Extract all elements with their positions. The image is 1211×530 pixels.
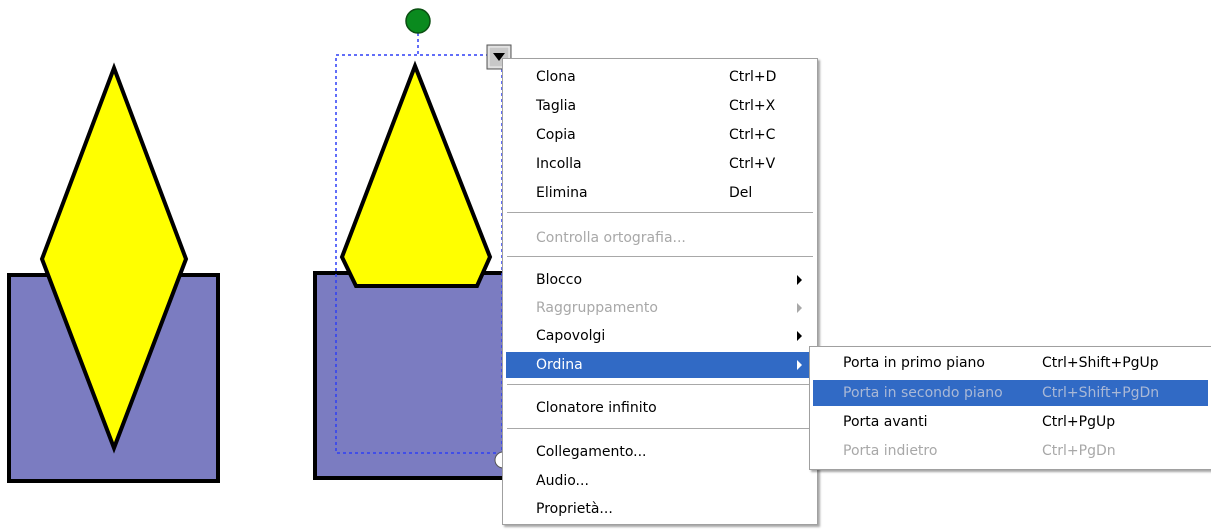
menu-item-incolla[interactable]: Incolla Ctrl+V	[506, 151, 814, 177]
menu-item-collegamento[interactable]: Collegamento...	[506, 439, 814, 465]
menu-separator	[507, 428, 813, 430]
menu-item-label: Proprietà...	[536, 501, 613, 517]
menu-item-label: Capovolgi	[536, 328, 606, 344]
menu-item-capovolgi[interactable]: Capovolgi	[506, 323, 814, 349]
submenu-item-porta-avanti[interactable]: Porta avanti Ctrl+PgUp	[813, 409, 1208, 435]
menu-item-label: Collegamento...	[536, 444, 647, 460]
menu-separator	[507, 256, 813, 258]
menu-item-shortcut: Ctrl+PgDn	[1042, 443, 1116, 459]
menu-item-label: Porta in secondo piano	[843, 385, 1003, 401]
menu-item-shortcut: Ctrl+PgUp	[1042, 414, 1116, 430]
menu-item-blocco[interactable]: Blocco	[506, 267, 814, 293]
menu-item-label: Porta avanti	[843, 414, 928, 430]
menu-item-audio[interactable]: Audio...	[506, 468, 814, 494]
submenu-item-porta-in-secondo-piano: Porta in secondo piano Ctrl+Shift+PgDn	[813, 380, 1208, 406]
menu-item-label: Incolla	[536, 156, 582, 172]
selected-rectangle-shape[interactable]	[313, 271, 512, 480]
menu-item-label: Porta indietro	[843, 443, 938, 459]
menu-item-label: Copia	[536, 127, 576, 143]
menu-separator	[507, 212, 813, 214]
menu-item-label: Ordina	[536, 357, 583, 373]
rotate-handle[interactable]	[405, 8, 431, 34]
menu-item-ordina[interactable]: Ordina	[506, 352, 814, 378]
menu-item-shortcut: Ctrl+Shift+PgDn	[1042, 385, 1160, 401]
menu-item-taglia[interactable]: Taglia Ctrl+X	[506, 93, 814, 119]
menu-item-label: Controlla ortografia...	[536, 230, 686, 246]
submenu-arrow-icon	[797, 360, 802, 370]
order-submenu: Porta in primo piano Ctrl+Shift+PgUp Por…	[809, 346, 1211, 470]
menu-separator	[507, 384, 813, 386]
menu-item-label: Audio...	[536, 473, 589, 489]
menu-item-label: Raggruppamento	[536, 300, 658, 316]
object-context-menu: Clona Ctrl+D Taglia Ctrl+X Copia Ctrl+C …	[502, 58, 818, 525]
menu-item-shortcut: Del	[729, 185, 753, 201]
submenu-item-porta-in-primo-piano[interactable]: Porta in primo piano Ctrl+Shift+PgUp	[813, 350, 1208, 376]
selected-diamond-shape[interactable]	[339, 60, 493, 288]
menu-item-label: Blocco	[536, 272, 583, 288]
submenu-arrow-icon	[797, 275, 802, 285]
menu-item-label: Porta in primo piano	[843, 355, 985, 371]
menu-item-label: Elimina	[536, 185, 588, 201]
menu-item-label: Taglia	[536, 98, 577, 114]
menu-item-proprieta[interactable]: Proprietà...	[506, 496, 814, 522]
menu-item-clonatore-infinito[interactable]: Clonatore infinito	[506, 395, 814, 421]
menu-item-shortcut: Ctrl+Shift+PgUp	[1042, 355, 1159, 371]
menu-item-copia[interactable]: Copia Ctrl+C	[506, 122, 814, 148]
menu-item-raggruppamento: Raggruppamento	[506, 295, 814, 321]
menu-item-shortcut: Ctrl+C	[729, 127, 776, 143]
submenu-arrow-icon	[797, 331, 802, 341]
submenu-arrow-icon	[797, 303, 802, 313]
menu-item-shortcut: Ctrl+D	[729, 69, 777, 85]
menu-item-clona[interactable]: Clona Ctrl+D	[506, 64, 814, 90]
submenu-item-porta-indietro: Porta indietro Ctrl+PgDn	[813, 438, 1208, 464]
menu-item-elimina[interactable]: Elimina Del	[506, 180, 814, 206]
menu-item-shortcut: Ctrl+V	[729, 156, 776, 172]
menu-item-label: Clonatore infinito	[536, 400, 657, 416]
menu-item-shortcut: Ctrl+X	[729, 98, 776, 114]
menu-item-label: Clona	[536, 69, 576, 85]
menu-item-controlla-ortografia: Controlla ortografia...	[506, 225, 814, 251]
